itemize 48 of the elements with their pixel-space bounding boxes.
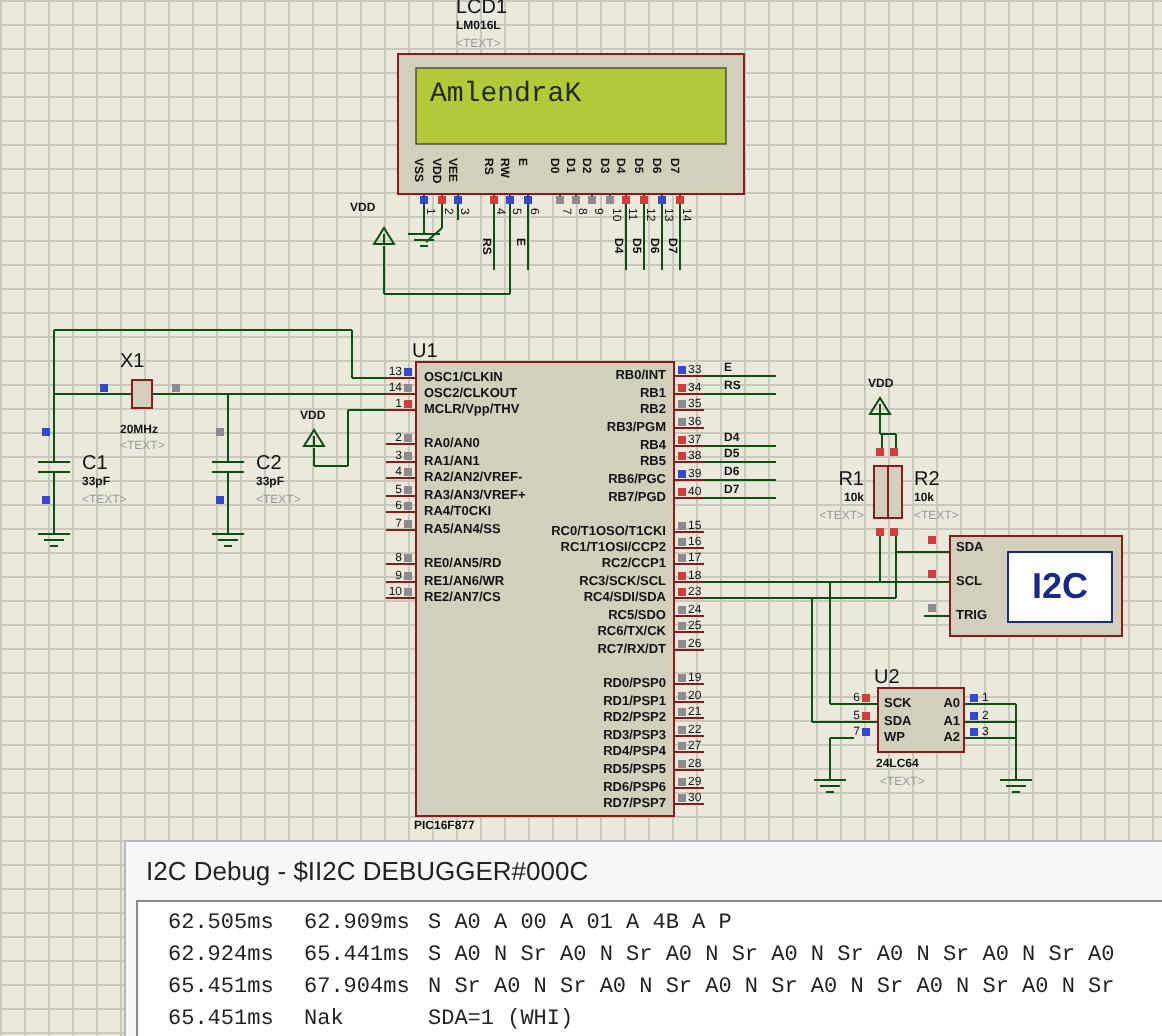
wire [703, 461, 777, 463]
component-reference: U1 [412, 341, 438, 364]
i2c-debugger-screen [1007, 551, 1113, 623]
wire [643, 193, 645, 271]
log-end-time: Nak [304, 1005, 346, 1036]
wire [923, 615, 951, 617]
i2c-debugger-title: I2C [1032, 565, 1088, 606]
log-start-time: 62.505ms [168, 909, 276, 940]
wire [661, 193, 663, 271]
component-reference: X1 [120, 351, 145, 374]
component-reference: C2 [256, 453, 282, 476]
ground-icon [37, 523, 71, 547]
crystal-body [131, 379, 153, 409]
wire [703, 497, 777, 499]
wire [703, 445, 777, 447]
log-data: SDA=1 (WHI) [428, 1005, 574, 1036]
log-end-time: 67.904ms [304, 973, 412, 1004]
power-terminal-icon [373, 226, 395, 245]
component-reference: R1 [838, 469, 864, 492]
wire [493, 193, 495, 271]
log-end-time: 65.441ms [304, 941, 412, 972]
wire [703, 393, 777, 395]
component-reference: C1 [82, 453, 108, 476]
lcd-display-text: AmlendraK [430, 79, 582, 112]
ground-icon [407, 223, 441, 247]
ground-icon [999, 769, 1033, 793]
log-start-time: 62.924ms [168, 941, 276, 972]
component-reference: R2 [914, 469, 940, 492]
log-end-time: 62.909ms [304, 909, 412, 940]
wire [527, 193, 529, 271]
wire [679, 193, 681, 271]
wire [457, 193, 459, 221]
component-reference: U2 [874, 667, 900, 690]
window-title: I2C Debug - $II2C DEBUGGER#000C [144, 853, 591, 890]
power-terminal-icon [303, 428, 325, 447]
wire [625, 193, 627, 271]
ground-icon [813, 769, 847, 793]
log-start-time: 65.451ms [168, 1005, 276, 1036]
log-data: S A0 A 00 A 01 A 4B A P [428, 909, 732, 940]
log-start-time: 65.451ms [168, 973, 276, 1004]
ground-icon [211, 523, 245, 547]
log-data: N Sr A0 N Sr A0 N Sr A0 N Sr A0 N Sr A0 N Sr A0 N Sr [428, 973, 1115, 1004]
component-reference: LCD1 [456, 0, 508, 20]
log-data: S A0 N Sr A0 N Sr A0 N Sr A0 N Sr A0 N Sr A0 N Sr A0 [428, 941, 1115, 972]
wire [703, 479, 777, 481]
eeprom-body [877, 687, 965, 753]
power-terminal-icon [869, 396, 891, 415]
wire [703, 375, 777, 377]
